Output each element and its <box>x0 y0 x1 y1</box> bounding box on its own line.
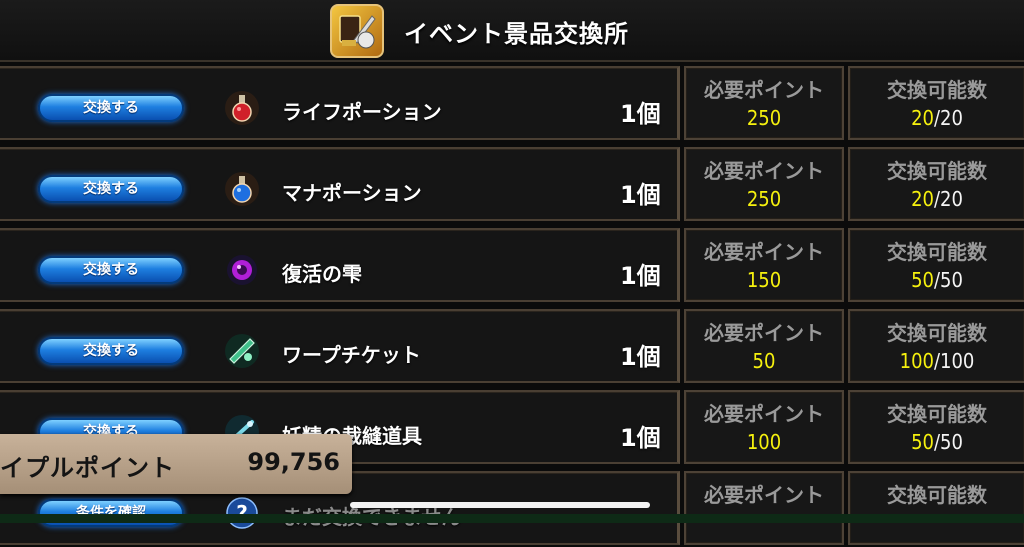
exchangeable-count-value: 100/100 <box>850 349 1024 373</box>
points-balance-label: イプルポイント <box>0 454 175 482</box>
limit-count: /20 <box>933 106 963 130</box>
required-points-cell: 必要ポイント 250 <box>684 66 844 140</box>
exchange-button[interactable]: 交換する <box>38 94 184 122</box>
purple-orb-icon <box>224 252 260 288</box>
points-balance-panel: イプルポイント 99,756 <box>0 434 352 494</box>
warp-ticket-icon <box>224 333 260 369</box>
home-indicator[interactable] <box>350 502 650 508</box>
required-points-cell: 必要ポイント 50 <box>684 309 844 383</box>
exchangeable-count-label: 交換可能数 <box>887 159 987 183</box>
bottom-strip <box>0 514 1024 523</box>
blue-potion-icon <box>224 171 260 207</box>
row-background: 交換する マナポーション 1個 <box>0 147 680 221</box>
required-points-value: 150 <box>746 268 782 292</box>
required-points-label: 必要ポイント <box>704 321 824 345</box>
item-name: ライフポーション <box>282 100 442 124</box>
exchangeable-count-value: 20/20 <box>850 106 1024 130</box>
required-points-value: 100 <box>746 430 782 454</box>
exchangeable-count-cell: 交換可能数 50/50 <box>848 228 1024 302</box>
exchangeable-count-value: 20/20 <box>850 187 1024 211</box>
points-balance-value: 99,756 <box>247 448 340 476</box>
list-item: 交換する 復活の雫 1個 必要ポイント 150 交換可能数 50/50 <box>0 224 1024 304</box>
exchangeable-count-cell: 交換可能数 100/100 <box>848 309 1024 383</box>
row-background: 交換する ワープチケット 1個 <box>0 309 680 383</box>
required-points-cell: 必要ポイント <box>684 471 844 545</box>
shop-icon <box>330 4 384 58</box>
required-points-value: 250 <box>746 106 782 130</box>
limit-count: /20 <box>933 187 963 211</box>
exchange-button[interactable]: 交換する <box>38 175 184 203</box>
limit-count: /50 <box>933 268 963 292</box>
remaining-count: 50 <box>911 430 934 454</box>
item-quantity: 1個 <box>620 262 661 290</box>
exchangeable-count-value: 50/50 <box>850 268 1024 292</box>
remaining-count: 50 <box>911 268 934 292</box>
required-points-cell: 必要ポイント 250 <box>684 147 844 221</box>
item-name: ワープチケット <box>282 343 421 367</box>
required-points-cell: 必要ポイント 100 <box>684 390 844 464</box>
remaining-count: 20 <box>911 106 934 130</box>
list-item: 交換する ライフポーション 1個 必要ポイント 250 交換可能数 20/20 <box>0 62 1024 142</box>
exchangeable-count-cell: 交換可能数 20/20 <box>848 66 1024 140</box>
exchangeable-count-value: 50/50 <box>850 430 1024 454</box>
exchangeable-count-label: 交換可能数 <box>887 483 987 507</box>
list-item: 交換する ワープチケット 1個 必要ポイント 50 交換可能数 100/100 <box>0 305 1024 385</box>
exchangeable-count-label: 交換可能数 <box>887 321 987 345</box>
limit-count: /100 <box>933 349 975 373</box>
required-points-value: 250 <box>746 187 782 211</box>
exchangeable-count-label: 交換可能数 <box>887 78 987 102</box>
exchange-button[interactable]: 交換する <box>38 337 184 365</box>
required-points-label: 必要ポイント <box>704 240 824 264</box>
red-potion-icon <box>224 90 260 126</box>
required-points-value: 50 <box>752 349 776 373</box>
item-name: マナポーション <box>282 181 422 205</box>
exchangeable-count-cell: 交換可能数 50/50 <box>848 390 1024 464</box>
row-background: 交換する 復活の雫 1個 <box>0 228 680 302</box>
required-points-cell: 必要ポイント 150 <box>684 228 844 302</box>
exchangeable-count-label: 交換可能数 <box>887 240 987 264</box>
item-quantity: 1個 <box>620 424 661 452</box>
remaining-count: 20 <box>911 187 934 211</box>
exchangeable-count-cell: 交換可能数 <box>848 471 1024 545</box>
item-quantity: 1個 <box>620 100 661 128</box>
required-points-label: 必要ポイント <box>704 78 824 102</box>
list-item: 交換する マナポーション 1個 必要ポイント 250 交換可能数 20/20 <box>0 143 1024 223</box>
required-points-label: 必要ポイント <box>704 402 824 426</box>
remaining-count: 100 <box>899 349 934 373</box>
header-bar: イベント景品交換所 <box>0 0 1024 62</box>
exchange-button[interactable]: 交換する <box>38 256 184 284</box>
limit-count: /50 <box>933 430 963 454</box>
required-points-label: 必要ポイント <box>704 159 824 183</box>
question-icon: ? <box>224 495 260 531</box>
required-points-label: 必要ポイント <box>704 483 824 507</box>
item-quantity: 1個 <box>620 343 661 371</box>
item-name: 復活の雫 <box>282 262 362 286</box>
page-title: イベント景品交換所 <box>404 20 629 48</box>
item-quantity: 1個 <box>620 181 661 209</box>
exchangeable-count-cell: 交換可能数 20/20 <box>848 147 1024 221</box>
exchangeable-count-label: 交換可能数 <box>887 402 987 426</box>
row-background: 交換する ライフポーション 1個 <box>0 66 680 140</box>
